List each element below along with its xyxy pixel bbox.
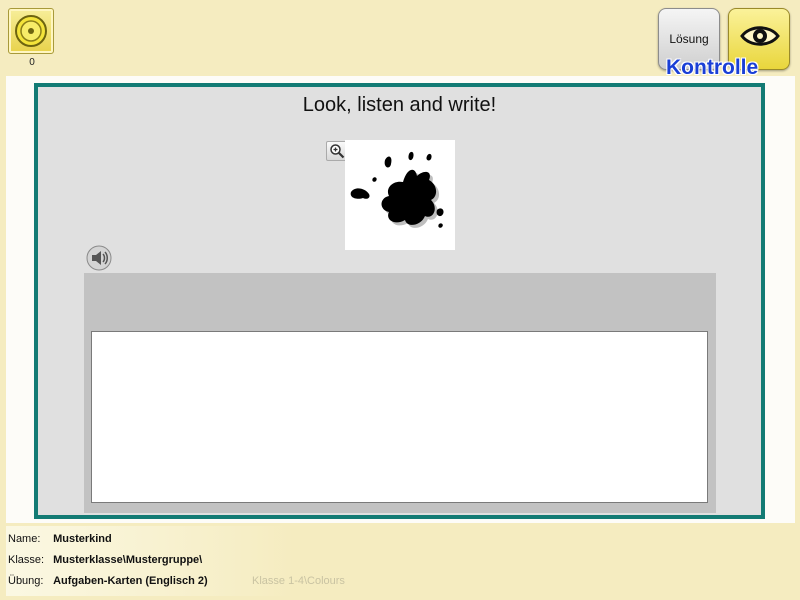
answer-area [84,273,716,513]
exercise-label: Übung: [8,575,44,587]
exercise-row: Übung: Aufgaben-Karten (Englisch 2) [8,575,208,587]
answer-input[interactable] [91,331,708,503]
zoom-in-icon [330,144,345,159]
coin-button[interactable] [8,8,54,54]
speaker-icon [86,245,112,271]
exercise-card: Look, listen and write! [34,83,765,519]
class-label: Klasse: [8,554,45,566]
exercise-value: Aufgaben-Karten (Englisch 2) [53,575,208,587]
solution-label: Lösung [669,32,709,46]
name-value: Musterkind [53,533,112,545]
exercise-title: Look, listen and write! [302,94,497,116]
name-label: Name: [8,533,41,545]
coin-count: 0 [29,57,35,68]
class-value: Musterklasse\Mustergruppe\ [53,554,203,566]
coin-icon [15,15,47,47]
exercise-path: Klasse 1-4\Colours [252,575,345,587]
ink-splat-icon [350,151,444,228]
speaker-button[interactable] [86,245,112,271]
name-row: Name: Musterkind [8,533,112,545]
eye-icon [740,26,780,46]
class-row: Klasse: Musterklasse\Mustergruppe\ [8,554,202,566]
ink-splat-picture[interactable] [345,140,455,250]
